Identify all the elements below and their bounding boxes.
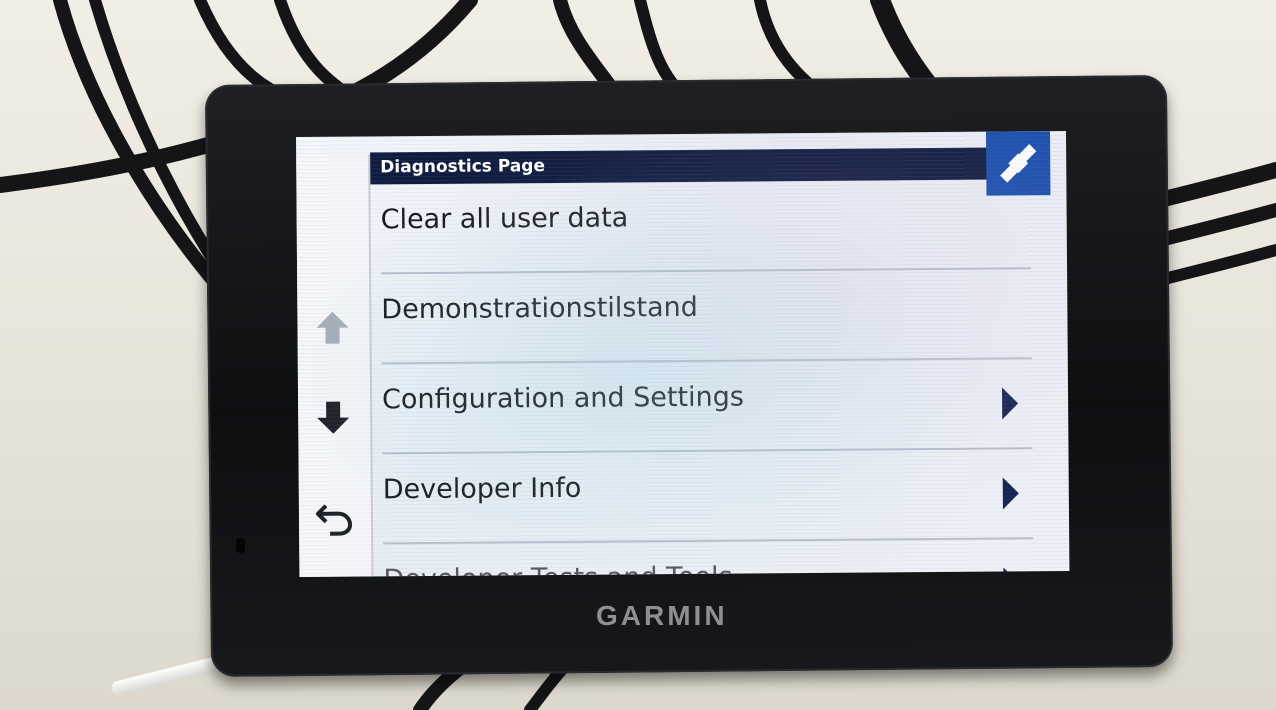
- menu-item-configuration-settings[interactable]: Configuration and Settings: [372, 359, 1033, 455]
- scroll-sidebar: [296, 154, 374, 577]
- device-brand: GARMIN: [596, 600, 728, 631]
- menu-list: Clear all user data Demonstrationstilsta…: [370, 179, 1069, 577]
- chevron-right-icon: [1001, 387, 1019, 420]
- back-icon: [315, 504, 353, 536]
- page-title: Diagnostics Page: [380, 156, 546, 178]
- title-bar: Diagnostics Page: [370, 147, 991, 185]
- scroll-up-button[interactable]: [309, 305, 355, 351]
- arrow-down-icon: [317, 401, 350, 434]
- back-button[interactable]: [311, 495, 357, 541]
- menu-item-label: Developer Info: [382, 472, 582, 506]
- light-sensor: [236, 538, 245, 553]
- menu-item-developer-tests[interactable]: Developer Tests and Tools: [373, 539, 1034, 577]
- menu-item-developer-info[interactable]: Developer Info: [372, 449, 1034, 545]
- device-screen: Diagnostics Page Clear all user data Dem…: [296, 130, 1070, 577]
- chevron-right-icon: [1002, 477, 1019, 510]
- menu-item-demonstration-mode[interactable]: Demonstrationstilstand: [371, 269, 1032, 365]
- menu-item-label: Demonstrationstilstand: [381, 291, 698, 326]
- arrow-up-icon: [316, 311, 349, 344]
- menu-item-label: Configuration and Settings: [381, 381, 744, 416]
- scroll-down-button[interactable]: [310, 395, 356, 441]
- menu-item-label: Clear all user data: [380, 202, 629, 236]
- menu-item-clear-user-data[interactable]: Clear all user data: [370, 179, 1032, 275]
